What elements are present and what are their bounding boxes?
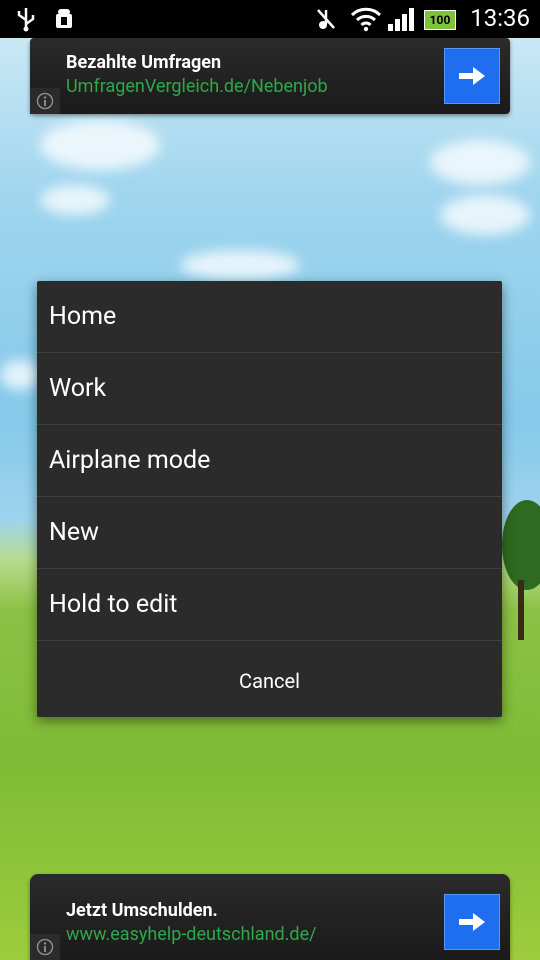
dialog-item-home[interactable]: Home (37, 281, 502, 353)
android-debug-icon (52, 6, 76, 36)
status-clock: 13:36 (470, 4, 530, 32)
dialog-item-hold-to-edit[interactable]: Hold to edit (37, 569, 502, 641)
dialog-item-airplane-mode[interactable]: Airplane mode (37, 425, 502, 497)
dialog-item-label: Hold to edit (49, 590, 178, 619)
wallpaper-cloud (40, 185, 110, 215)
ad-url[interactable]: www.easyhelp-deutschland.de/ (66, 924, 317, 945)
ad-title: Bezahlte Umfragen (66, 52, 222, 73)
top-ad-banner[interactable]: Bezahlte Umfragen UmfragenVergleich.de/N… (30, 38, 510, 114)
info-icon[interactable] (30, 934, 60, 960)
wallpaper-cloud (440, 195, 530, 235)
wallpaper-cloud (0, 360, 40, 390)
battery-level: 100 (424, 10, 456, 30)
dialog-item-label: Home (49, 302, 117, 331)
cancel-button[interactable]: Cancel (37, 645, 502, 717)
wallpaper-cloud (430, 140, 530, 185)
dialog-item-label: New (49, 518, 99, 547)
ad-title: Jetzt Umschulden. (66, 900, 218, 921)
dialog-item-label: Airplane mode (49, 446, 211, 475)
wallpaper-cloud (180, 250, 300, 280)
dialog-item-label: Work (49, 374, 107, 403)
wallpaper-cloud (40, 120, 160, 170)
dialog-item-new[interactable]: New (37, 497, 502, 569)
arrow-right-icon[interactable] (444, 48, 500, 104)
signal-icon (388, 6, 418, 36)
usb-icon (14, 6, 38, 36)
mute-icon (314, 6, 338, 36)
dialog-item-work[interactable]: Work (37, 353, 502, 425)
bottom-ad-banner[interactable]: Jetzt Umschulden. www.easyhelp-deutschla… (30, 874, 510, 960)
arrow-right-icon[interactable] (444, 894, 500, 950)
info-icon[interactable] (30, 88, 60, 114)
battery-icon: 100 (424, 9, 456, 30)
status-bar: 100 13:36 (0, 0, 540, 38)
profile-selection-dialog: Home Work Airplane mode New Hold to edit… (37, 281, 502, 717)
wifi-icon (350, 6, 382, 36)
ad-url[interactable]: UmfragenVergleich.de/Nebenjob (66, 76, 328, 97)
